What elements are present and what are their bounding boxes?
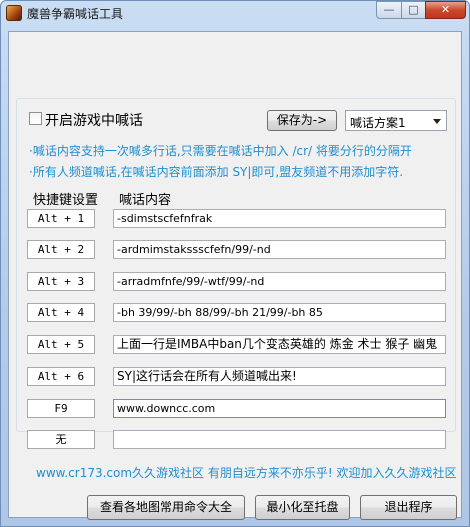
map-commands-button[interactable]: 查看各地图常用命令大全 — [87, 495, 245, 520]
hotkey-field-7[interactable]: F9 — [27, 399, 95, 418]
scheme-selected-value: 喊话方案1 — [350, 116, 406, 130]
app-icon — [6, 5, 22, 21]
maximize-button[interactable]: □ — [401, 1, 426, 19]
minimize-button[interactable]: — — [376, 1, 402, 19]
hint-all-channel: ·所有人频道喊话,在喊话内容前面添加 SY|即可,盟友频道不用添加字符. — [29, 165, 404, 179]
shout-content-field-3[interactable]: -arradmfnfe/99/-wtf/99/-nd — [113, 272, 446, 291]
shout-content-field-6[interactable]: SY|这行话会在所有人频道喊出来! — [113, 367, 446, 386]
shout-content-field-5[interactable]: 上面一行是IMBA中ban几个变态英雄的 炼金 术士 猴子 幽鬼 — [113, 335, 446, 354]
chevron-down-icon[interactable] — [433, 119, 441, 124]
title-bar[interactable]: 魔兽争霸喊话工具 — □ ✕ — [1, 1, 469, 25]
window-title: 魔兽争霸喊话工具 — [27, 7, 124, 21]
hint-multiline: ·喊话内容支持一次喊多行话,只需要在喊话中加入 /cr/ 将要分行的分隔开 — [29, 144, 412, 158]
save-as-button[interactable]: 保存为-> — [267, 110, 337, 131]
shout-content-field-7[interactable]: www.downcc.com — [113, 399, 446, 418]
hotkey-field-3[interactable]: Alt + 3 — [27, 272, 95, 291]
shout-content-field-2[interactable]: -ardmimstakssscfefn/99/-nd — [113, 240, 446, 259]
minimize-to-tray-button[interactable]: 最小化至托盘 — [255, 495, 350, 520]
hotkey-field-8[interactable]: 无 — [27, 430, 95, 449]
hotkey-field-1[interactable]: Alt + 1 — [27, 209, 95, 228]
scheme-select[interactable]: 喊话方案1 — [345, 110, 447, 131]
hotkey-field-6[interactable]: Alt + 6 — [27, 367, 95, 386]
content-column-header: 喊话内容 — [119, 193, 172, 208]
hotkey-field-5[interactable]: Alt + 5 — [27, 335, 95, 354]
hotkey-field-2[interactable]: Alt + 2 — [27, 240, 95, 259]
community-footer-text: www.cr173.com久久游戏社区 有朋自远方来不亦乐乎! 欢迎加入久久游戏… — [36, 466, 457, 480]
close-button[interactable]: ✕ — [425, 1, 466, 19]
shout-content-field-1[interactable]: -sdimstscfefnfrak — [113, 209, 446, 228]
hotkey-field-4[interactable]: Alt + 4 — [27, 303, 95, 322]
exit-button[interactable]: 退出程序 — [360, 495, 457, 520]
shout-content-field-4[interactable]: -bh 39/99/-bh 88/99/-bh 21/99/-bh 85 — [113, 303, 446, 322]
hotkey-column-header: 快捷键设置 — [33, 193, 99, 208]
enable-shout-label[interactable]: 开启游戏中喊话 — [45, 110, 143, 130]
shout-content-field-8[interactable] — [113, 430, 446, 449]
client-area: 开启游戏中喊话 保存为-> 喊话方案1 ·喊话内容支持一次喊多行话,只需要在喊话… — [8, 31, 462, 520]
app-window: 魔兽争霸喊话工具 — □ ✕ 开启游戏中喊话 保存为-> 喊话方案1 ·喊话内容… — [0, 0, 470, 527]
enable-shout-checkbox[interactable] — [29, 112, 42, 125]
